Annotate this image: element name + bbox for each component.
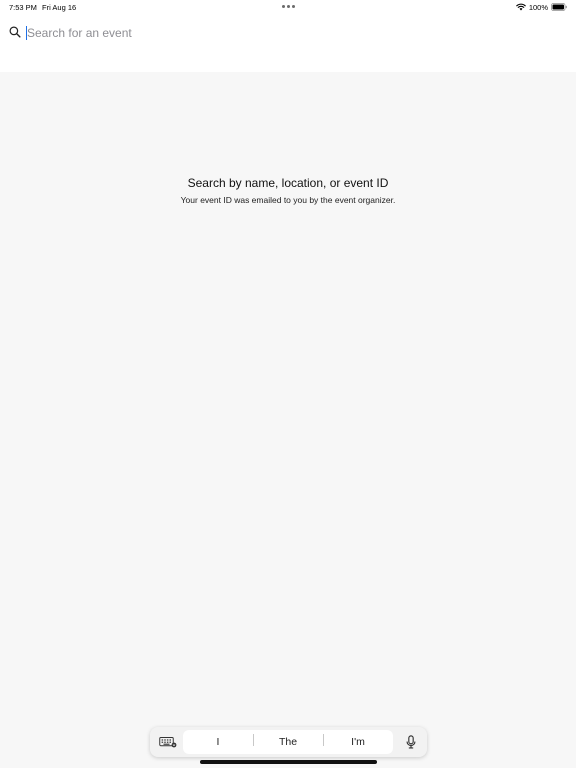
search-input[interactable] [25, 22, 565, 44]
empty-state-subtitle: Your event ID was emailed to you by the … [180, 195, 396, 205]
empty-state-title: Search by name, location, or event ID [187, 176, 389, 190]
suggestion-2[interactable]: The [253, 734, 323, 748]
search-bar [0, 22, 576, 44]
status-right: 100% [516, 2, 567, 12]
status-bar: 7:53 PM Fri Aug 16 100% [0, 0, 576, 14]
status-date: Fri Aug 16 [42, 3, 77, 12]
suggestion-1[interactable]: I [183, 736, 253, 748]
wifi-icon [516, 3, 526, 11]
search-icon [9, 26, 21, 38]
keyboard-icon[interactable] [158, 734, 178, 750]
battery-percentage: 100% [528, 2, 548, 12]
suggestion-3[interactable]: I'm [323, 734, 393, 748]
suggestion-list: I The I'm [183, 730, 393, 754]
text-caret [26, 26, 27, 40]
microphone-icon[interactable] [405, 735, 417, 749]
home-indicator[interactable] [200, 760, 377, 764]
status-time: 7:53 PM [9, 3, 37, 12]
header: 7:53 PM Fri Aug 16 100% [0, 0, 576, 72]
battery-icon [551, 3, 567, 11]
app-screen: 7:53 PM Fri Aug 16 100% Search for an ev… [0, 0, 576, 768]
multitasking-dots-icon[interactable] [280, 5, 296, 9]
keyboard-predictive-bar: I The I'm [150, 727, 427, 757]
empty-state: Search by name, location, or event ID Yo… [0, 176, 576, 205]
